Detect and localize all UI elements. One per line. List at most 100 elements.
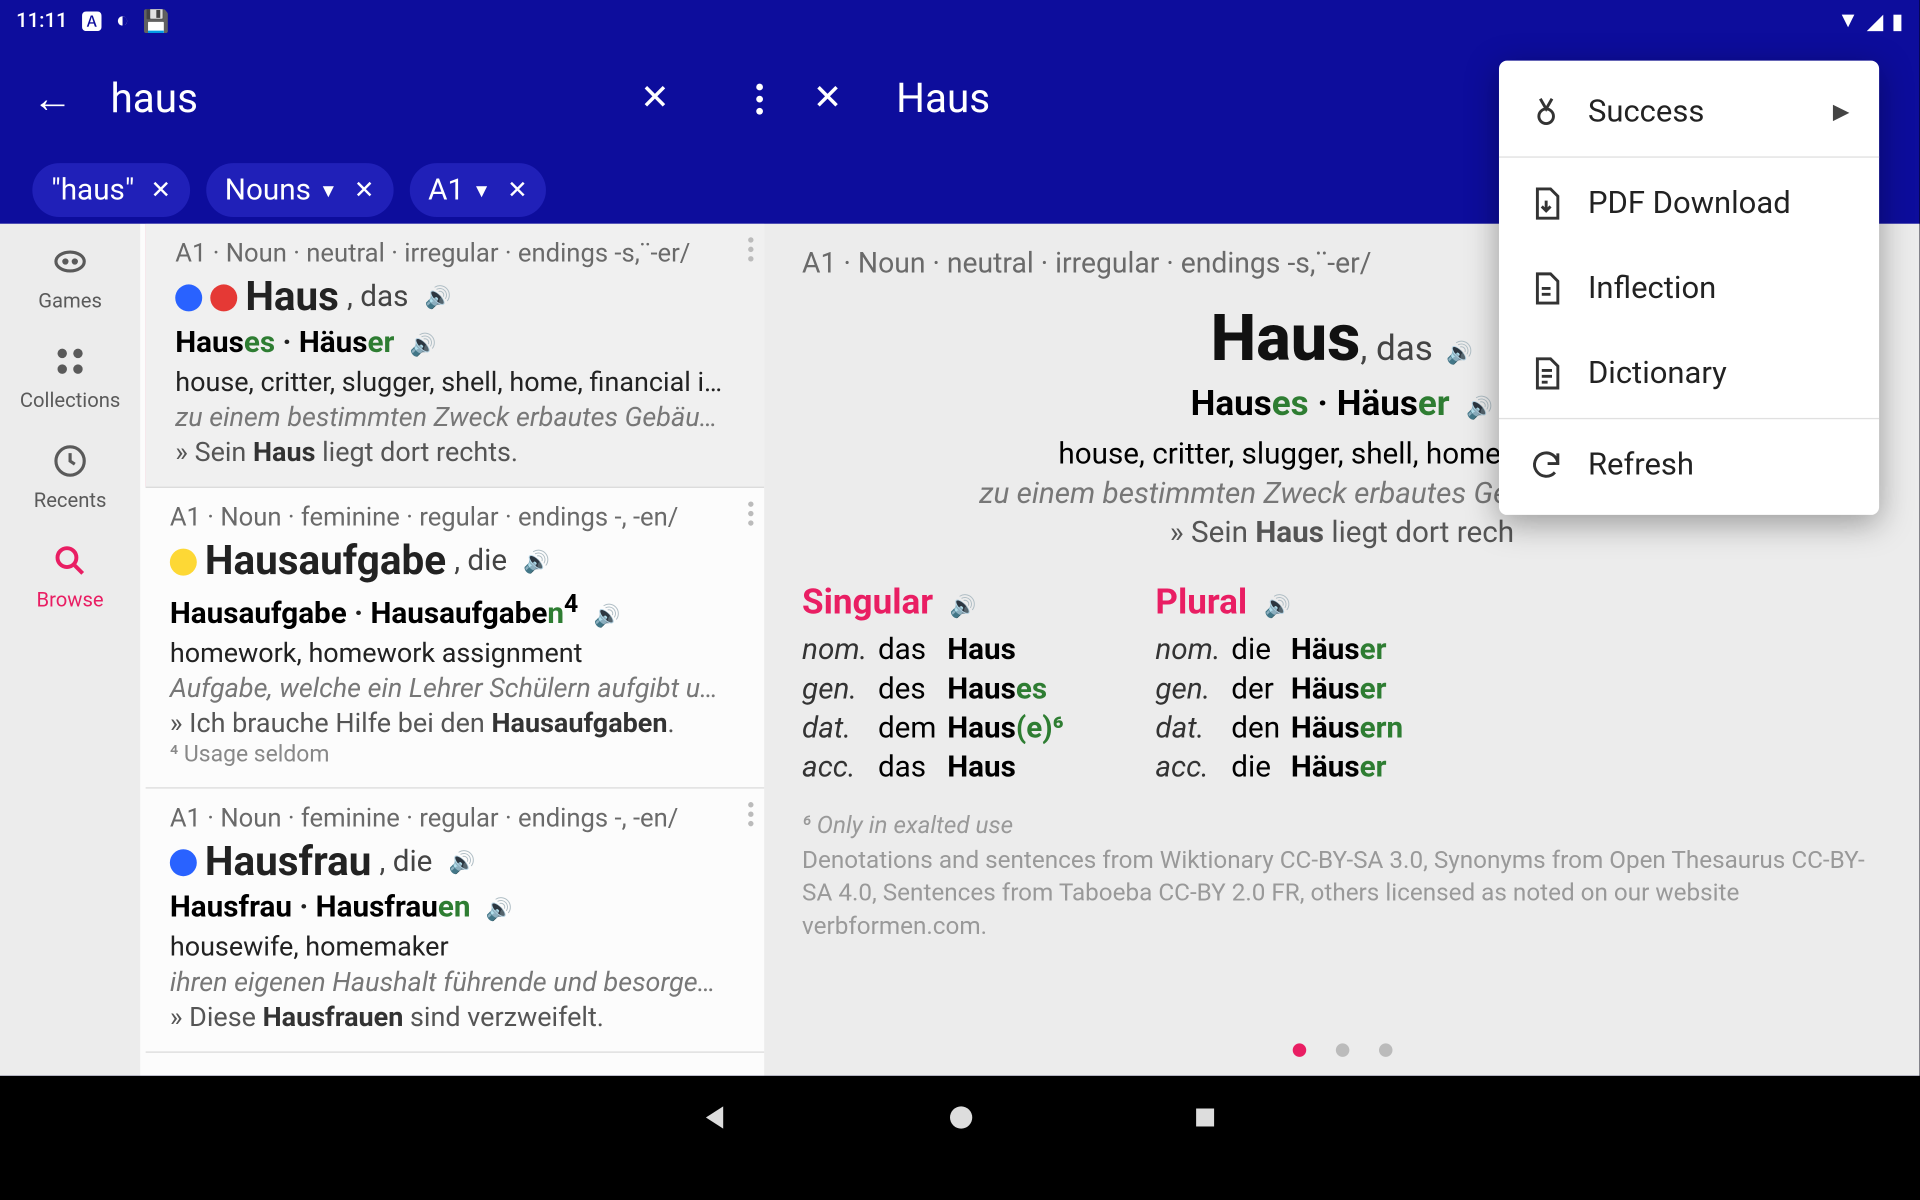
- chip-remove-icon[interactable]: ✕: [507, 176, 527, 204]
- plural-table: nom.dieHäusergen.derHäuserdat.denHäusern…: [1155, 631, 1413, 787]
- color-dot: [170, 548, 197, 575]
- result-word-line: Haus, das 🔊: [175, 274, 748, 321]
- audio-icon[interactable]: 🔊: [1446, 340, 1473, 366]
- close-detail-button[interactable]: ✕: [797, 78, 859, 118]
- table-title-singular: Singular 🔊: [802, 582, 1074, 622]
- page-dot[interactable]: [1292, 1043, 1305, 1056]
- audio-icon[interactable]: 🔊: [486, 897, 513, 923]
- side-nav: Games Collections Recents Browse: [0, 224, 140, 1076]
- result-definition: Aufgabe, welche ein Lehrer Schülern aufg…: [170, 672, 748, 704]
- chevron-right-icon: ▶: [1833, 98, 1850, 124]
- audio-icon[interactable]: 🔊: [594, 603, 621, 629]
- filter-chip-pos[interactable]: Nouns ▼ ✕: [206, 163, 393, 217]
- notif-icon: 🅰: [81, 4, 103, 36]
- result-card[interactable]: A1 · Noun · feminine · regular · endings…: [146, 488, 765, 789]
- result-card[interactable]: A1 · Noun · feminine · regular · endings…: [146, 789, 765, 1053]
- menu-label: PDF Download: [1588, 185, 1791, 221]
- nav-home-button[interactable]: [946, 1103, 976, 1133]
- menu-separator: [1499, 418, 1879, 419]
- gamepad-icon: [51, 243, 89, 281]
- audio-icon[interactable]: 🔊: [950, 593, 977, 619]
- results-list: A1 · Noun · neutral · irregular · ending…: [140, 224, 764, 1076]
- android-nav-bar: [0, 1076, 1920, 1160]
- audio-icon[interactable]: 🔊: [410, 332, 437, 358]
- singular-table: nom.dasHausgen.desHausesdat.demHaus(e)⁶a…: [802, 631, 1074, 787]
- headword: Haus: [1211, 299, 1361, 376]
- color-dot: [210, 284, 237, 311]
- clock-icon: [51, 442, 89, 480]
- audio-icon[interactable]: 🔊: [1466, 395, 1493, 421]
- inflection-tables: Singular 🔊 nom.dasHausgen.desHausesdat.d…: [802, 582, 1882, 787]
- menu-label: Inflection: [1588, 270, 1716, 306]
- nav-label: Recents: [34, 488, 107, 512]
- page-dot[interactable]: [1378, 1043, 1391, 1056]
- article: , das: [1360, 329, 1433, 369]
- result-example: » Sein Haus liegt dort rechts.: [175, 435, 748, 467]
- menu-refresh[interactable]: Refresh: [1499, 422, 1879, 507]
- search-input[interactable]: [111, 75, 625, 122]
- overflow-menu: Success ▶ PDF Download Inflection Dictio…: [1499, 61, 1879, 515]
- card-overflow-button[interactable]: [748, 501, 753, 525]
- menu-separator: [1499, 156, 1879, 157]
- detail-title: Haus: [896, 75, 990, 122]
- result-gloss: housewife, homemaker: [170, 931, 748, 963]
- menu-inflection[interactable]: Inflection: [1499, 245, 1879, 330]
- chip-label: Nouns: [225, 173, 311, 207]
- nav-recents[interactable]: Recents: [34, 442, 107, 512]
- menu-label: Refresh: [1588, 446, 1694, 482]
- back-button[interactable]: ←: [32, 75, 72, 122]
- audio-icon[interactable]: 🔊: [523, 549, 550, 575]
- result-meta: A1 · Noun · feminine · regular · endings…: [170, 501, 748, 532]
- page-dot[interactable]: [1335, 1043, 1348, 1056]
- result-gloss: house, critter, slugger, shell, home, fi…: [175, 365, 748, 397]
- result-word: Hausaufgabe: [205, 538, 446, 585]
- medal-icon: [1529, 94, 1564, 129]
- menu-pdf[interactable]: PDF Download: [1499, 160, 1879, 245]
- grid-icon: [51, 342, 89, 380]
- chip-remove-icon[interactable]: ✕: [151, 176, 171, 204]
- notif-icon-2: ◐: [116, 7, 129, 34]
- card-overflow-button[interactable]: [748, 237, 753, 261]
- result-note: ⁴ Usage seldom: [170, 742, 748, 769]
- menu-dictionary[interactable]: Dictionary: [1499, 330, 1879, 415]
- chevron-down-icon: ▼: [472, 179, 491, 202]
- card-overflow-button[interactable]: [748, 803, 753, 827]
- filter-chip-level[interactable]: A1 ▼ ✕: [409, 163, 546, 217]
- audio-icon[interactable]: 🔊: [449, 850, 476, 876]
- nav-recent-button[interactable]: [1192, 1104, 1219, 1131]
- chevron-down-icon: ▼: [319, 179, 338, 202]
- page-indicator: [764, 1043, 1919, 1056]
- status-time: 11:11: [16, 8, 67, 32]
- nav-back-button[interactable]: [701, 1103, 731, 1133]
- nav-collections[interactable]: Collections: [20, 342, 121, 412]
- result-forms: Hausfrau · Hausfrauen 🔊: [170, 891, 748, 925]
- chip-label: A1: [428, 173, 464, 207]
- audio-icon[interactable]: 🔊: [1264, 593, 1291, 619]
- pdf-icon: [1529, 185, 1564, 220]
- result-forms: Hausaufgabe · Hausaufgaben4 🔊: [170, 590, 748, 631]
- sd-icon: 💾: [143, 7, 170, 33]
- clear-search-button[interactable]: ✕: [624, 78, 686, 118]
- filter-chip-term[interactable]: "haus" ✕: [32, 163, 189, 217]
- result-card[interactable]: A1 · Noun · neutral · irregular · ending…: [140, 224, 764, 488]
- result-word-line: Hausaufgabe, die 🔊: [170, 538, 748, 585]
- nav-label: Collections: [20, 388, 121, 412]
- result-word-line: Hausfrau, die 🔊: [170, 839, 748, 886]
- nav-browse[interactable]: Browse: [37, 542, 104, 612]
- battery-icon: ▮: [1891, 7, 1903, 33]
- result-gloss: homework, homework assignment: [170, 637, 748, 669]
- color-dot: [170, 849, 197, 876]
- search-icon: [51, 542, 89, 580]
- result-word: Hausfrau: [205, 839, 372, 886]
- nav-games[interactable]: Games: [38, 243, 102, 313]
- result-forms: Hauses · Häuser 🔊: [175, 326, 748, 360]
- audio-icon[interactable]: 🔊: [425, 284, 452, 310]
- refresh-icon: [1529, 447, 1564, 482]
- result-word: Haus: [245, 274, 339, 321]
- menu-success[interactable]: Success ▶: [1499, 69, 1879, 154]
- document-text-icon: [1529, 355, 1564, 390]
- chip-remove-icon[interactable]: ✕: [354, 176, 374, 204]
- result-definition: ihren eigenen Haushalt führende und beso…: [170, 966, 748, 998]
- wifi-icon: ▼: [1837, 7, 1858, 34]
- menu-label: Success: [1588, 93, 1704, 129]
